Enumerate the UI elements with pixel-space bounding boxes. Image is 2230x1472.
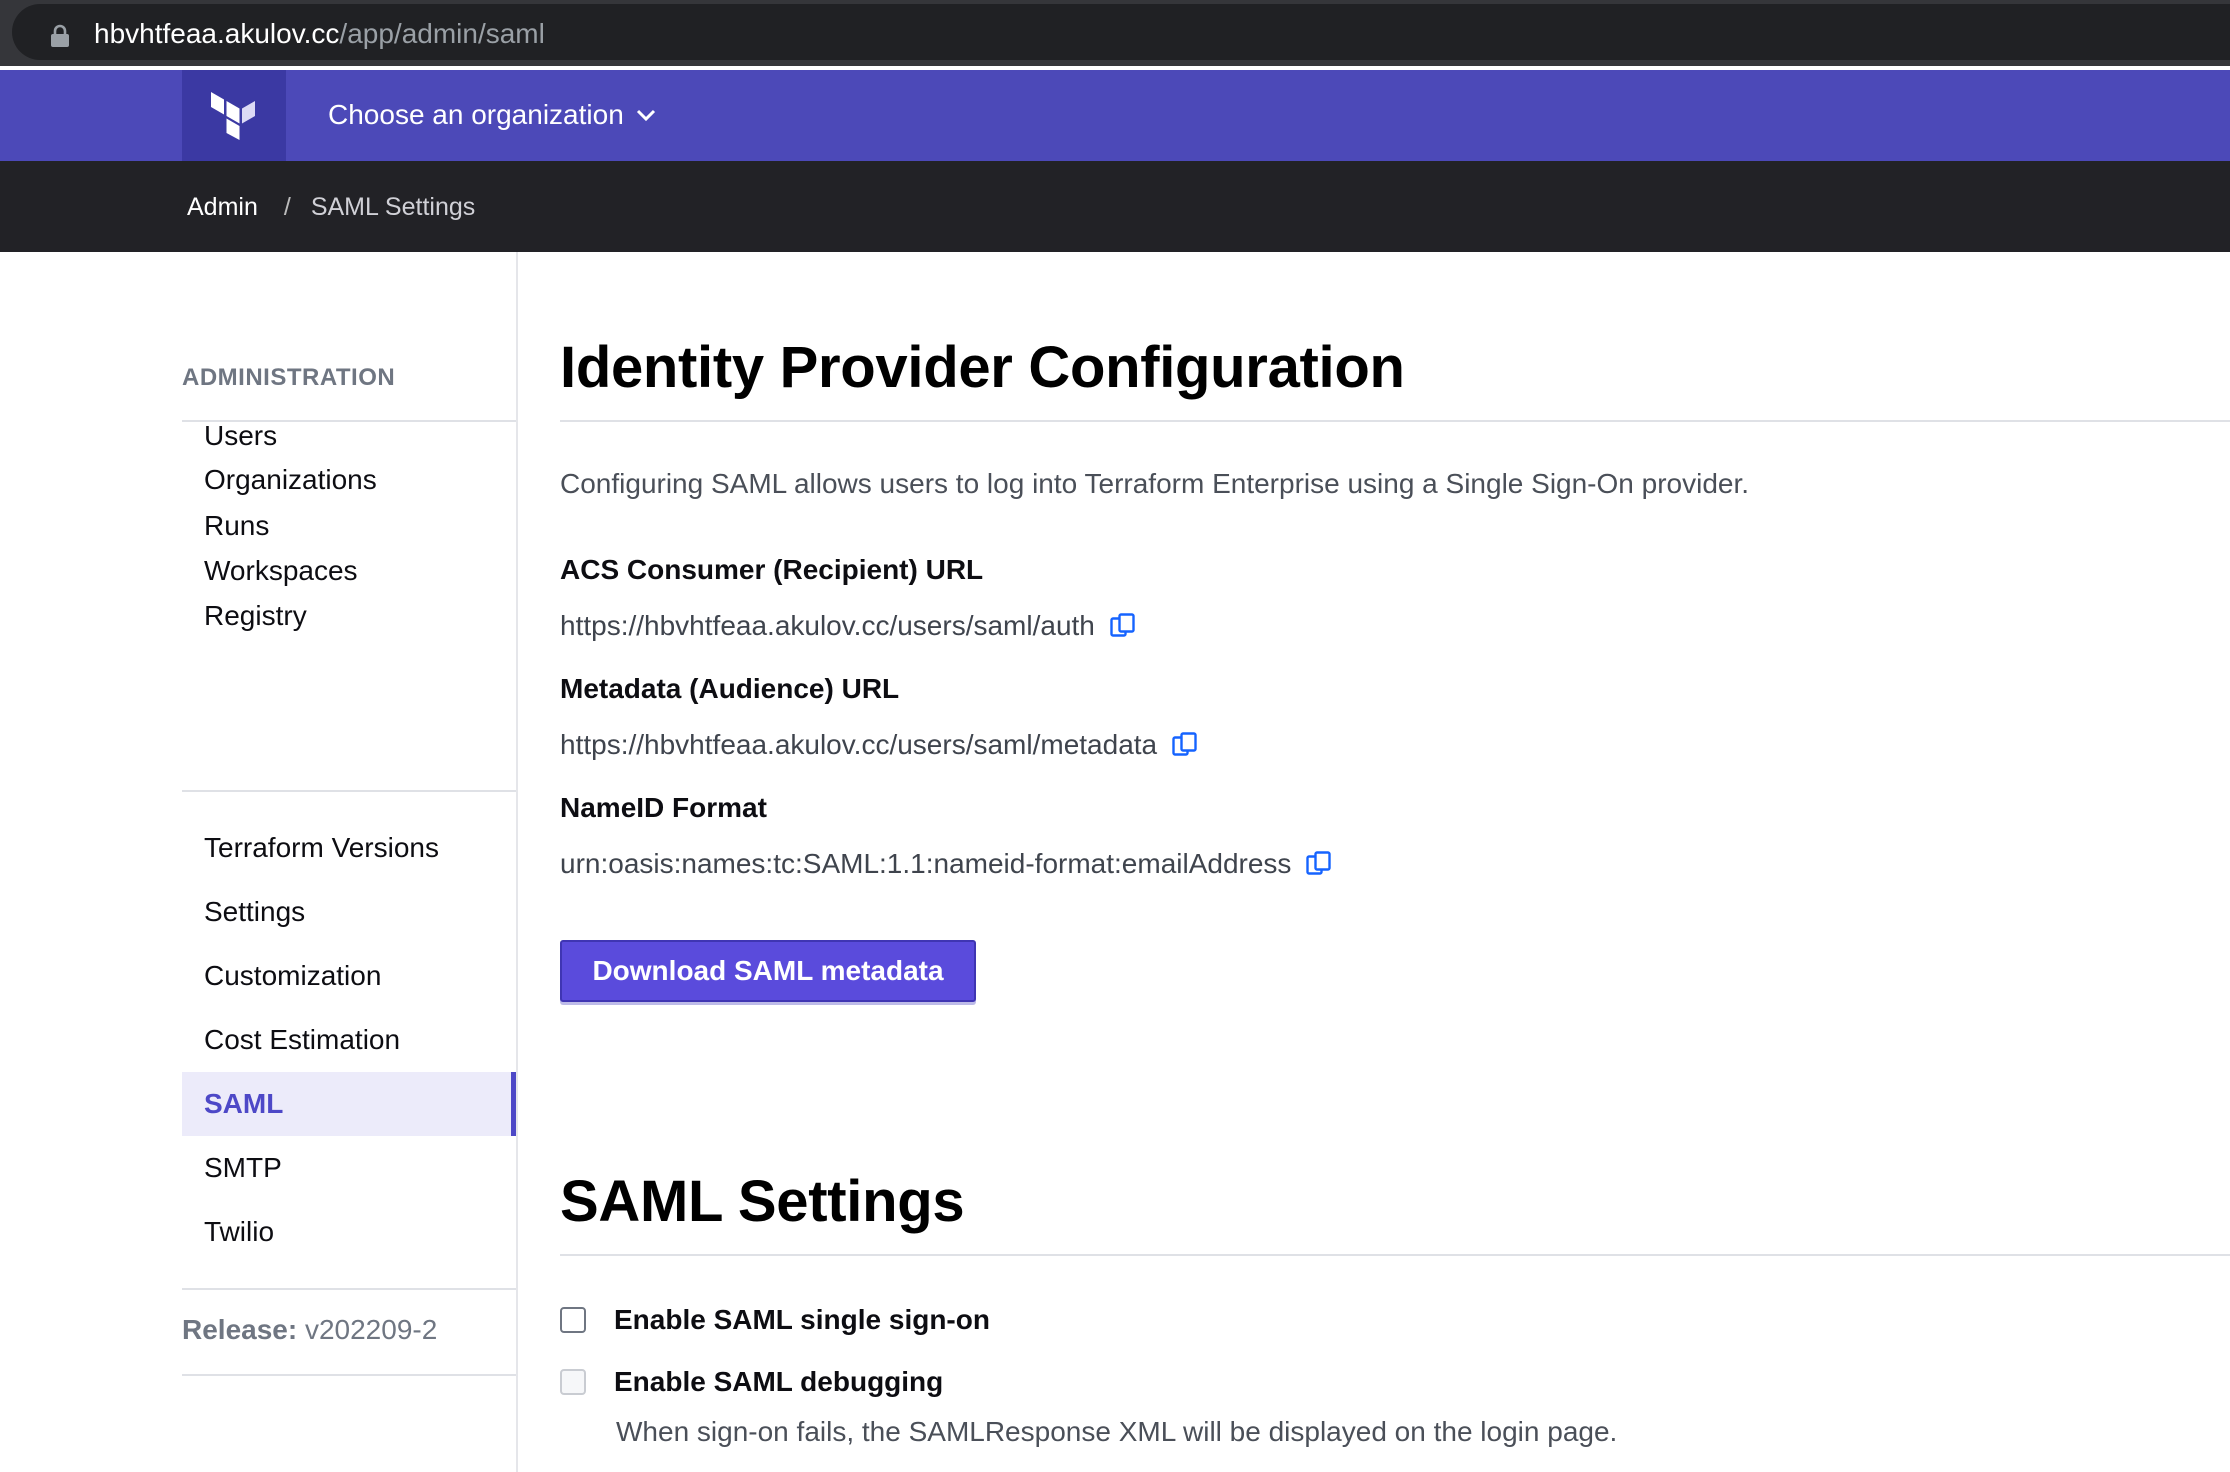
browser-address-bar: hbvhtfeaa.akulov.cc/app/admin/saml <box>0 0 2230 66</box>
terraform-logo[interactable] <box>182 70 286 161</box>
organization-switcher-label: Choose an organization <box>328 99 624 130</box>
release-info: Release: v202209-2 <box>182 1314 437 1346</box>
url-text: hbvhtfeaa.akulov.cc/app/admin/saml <box>94 18 545 49</box>
metadata-url-label: Metadata (Audience) URL <box>560 673 900 704</box>
acs-url-text: https://hbvhtfeaa.akulov.cc/users/saml/a… <box>560 610 1095 641</box>
sidebar-item-customization[interactable]: Customization <box>182 944 516 1008</box>
release-version: v202209-2 <box>304 1314 438 1345</box>
saml-settings-title: SAML Settings <box>560 1169 965 1234</box>
breadcrumb-bar: Admin / SAML Settings <box>0 161 2230 252</box>
sidebar-divider <box>182 790 516 792</box>
copy-icon[interactable] <box>1171 731 1199 759</box>
sidebar-heading: ADMINISTRATION <box>182 364 396 391</box>
enable-sso-checkbox[interactable] <box>560 1307 586 1333</box>
enable-debug-label[interactable]: Enable SAML debugging <box>614 1366 943 1398</box>
metadata-url-text: https://hbvhtfeaa.akulov.cc/users/saml/m… <box>560 729 1158 760</box>
terraform-logo-icon <box>211 91 255 140</box>
sidebar-divider <box>182 1288 516 1290</box>
acs-url-value: https://hbvhtfeaa.akulov.cc/users/saml/a… <box>560 610 1137 642</box>
sidebar-item-terraform-versions[interactable]: Terraform Versions <box>182 816 516 880</box>
nameid-format-value: urn:oasis:names:tc:SAML:1.1:nameid-forma… <box>560 848 1333 880</box>
breadcrumb: Admin / SAML Settings <box>187 191 475 223</box>
sidebar-divider <box>182 1374 516 1376</box>
release-label: Release: <box>182 1314 298 1345</box>
nameid-format-label: NameID Format <box>560 792 767 823</box>
acs-url-label: ACS Consumer (Recipient) URL <box>560 554 984 585</box>
sidebar-item-smtp[interactable]: SMTP <box>182 1136 516 1200</box>
copy-icon[interactable] <box>1305 850 1333 878</box>
saml-intro-text: Configuring SAML allows users to log int… <box>560 468 1750 499</box>
organization-switcher[interactable]: Choose an organization <box>328 97 656 133</box>
nameid-format-text: urn:oasis:names:tc:SAML:1.1:nameid-forma… <box>560 848 1292 879</box>
lock-icon <box>51 24 69 47</box>
debug-help-text: When sign-on fails, the SAMLResponse XML… <box>616 1416 1618 1447</box>
section-divider <box>560 1254 2230 1256</box>
sidebar-item-cost-estimation[interactable]: Cost Estimation <box>182 1008 516 1072</box>
metadata-url-value: https://hbvhtfeaa.akulov.cc/users/saml/m… <box>560 729 1199 761</box>
chevron-down-icon <box>636 109 655 122</box>
sidebar-item-registry[interactable]: Registry <box>182 584 516 648</box>
url-field[interactable]: hbvhtfeaa.akulov.cc/app/admin/saml <box>12 4 2230 60</box>
sidebar-item-twilio[interactable]: Twilio <box>182 1200 516 1264</box>
sidebar-item-saml[interactable]: SAML <box>182 1072 516 1136</box>
copy-icon[interactable] <box>1109 612 1137 640</box>
admin-sidebar: ADMINISTRATION Users Organizations Runs … <box>0 252 518 1472</box>
enable-sso-row: Enable SAML single sign-on <box>560 1304 990 1336</box>
enable-debug-checkbox[interactable] <box>560 1369 586 1395</box>
enable-debug-row: Enable SAML debugging <box>560 1366 943 1398</box>
top-navigation: Choose an organization <box>0 70 2230 161</box>
section-divider <box>560 420 2230 422</box>
download-saml-metadata-button[interactable]: Download SAML metadata <box>560 940 976 1002</box>
sidebar-item-settings[interactable]: Settings <box>182 880 516 944</box>
breadcrumb-admin-link[interactable]: Admin <box>187 191 258 223</box>
breadcrumb-separator: / <box>283 193 291 221</box>
breadcrumb-current: SAML Settings <box>310 193 476 221</box>
idp-config-title: Identity Provider Configuration <box>560 335 1405 400</box>
enable-sso-label[interactable]: Enable SAML single sign-on <box>614 1304 990 1336</box>
